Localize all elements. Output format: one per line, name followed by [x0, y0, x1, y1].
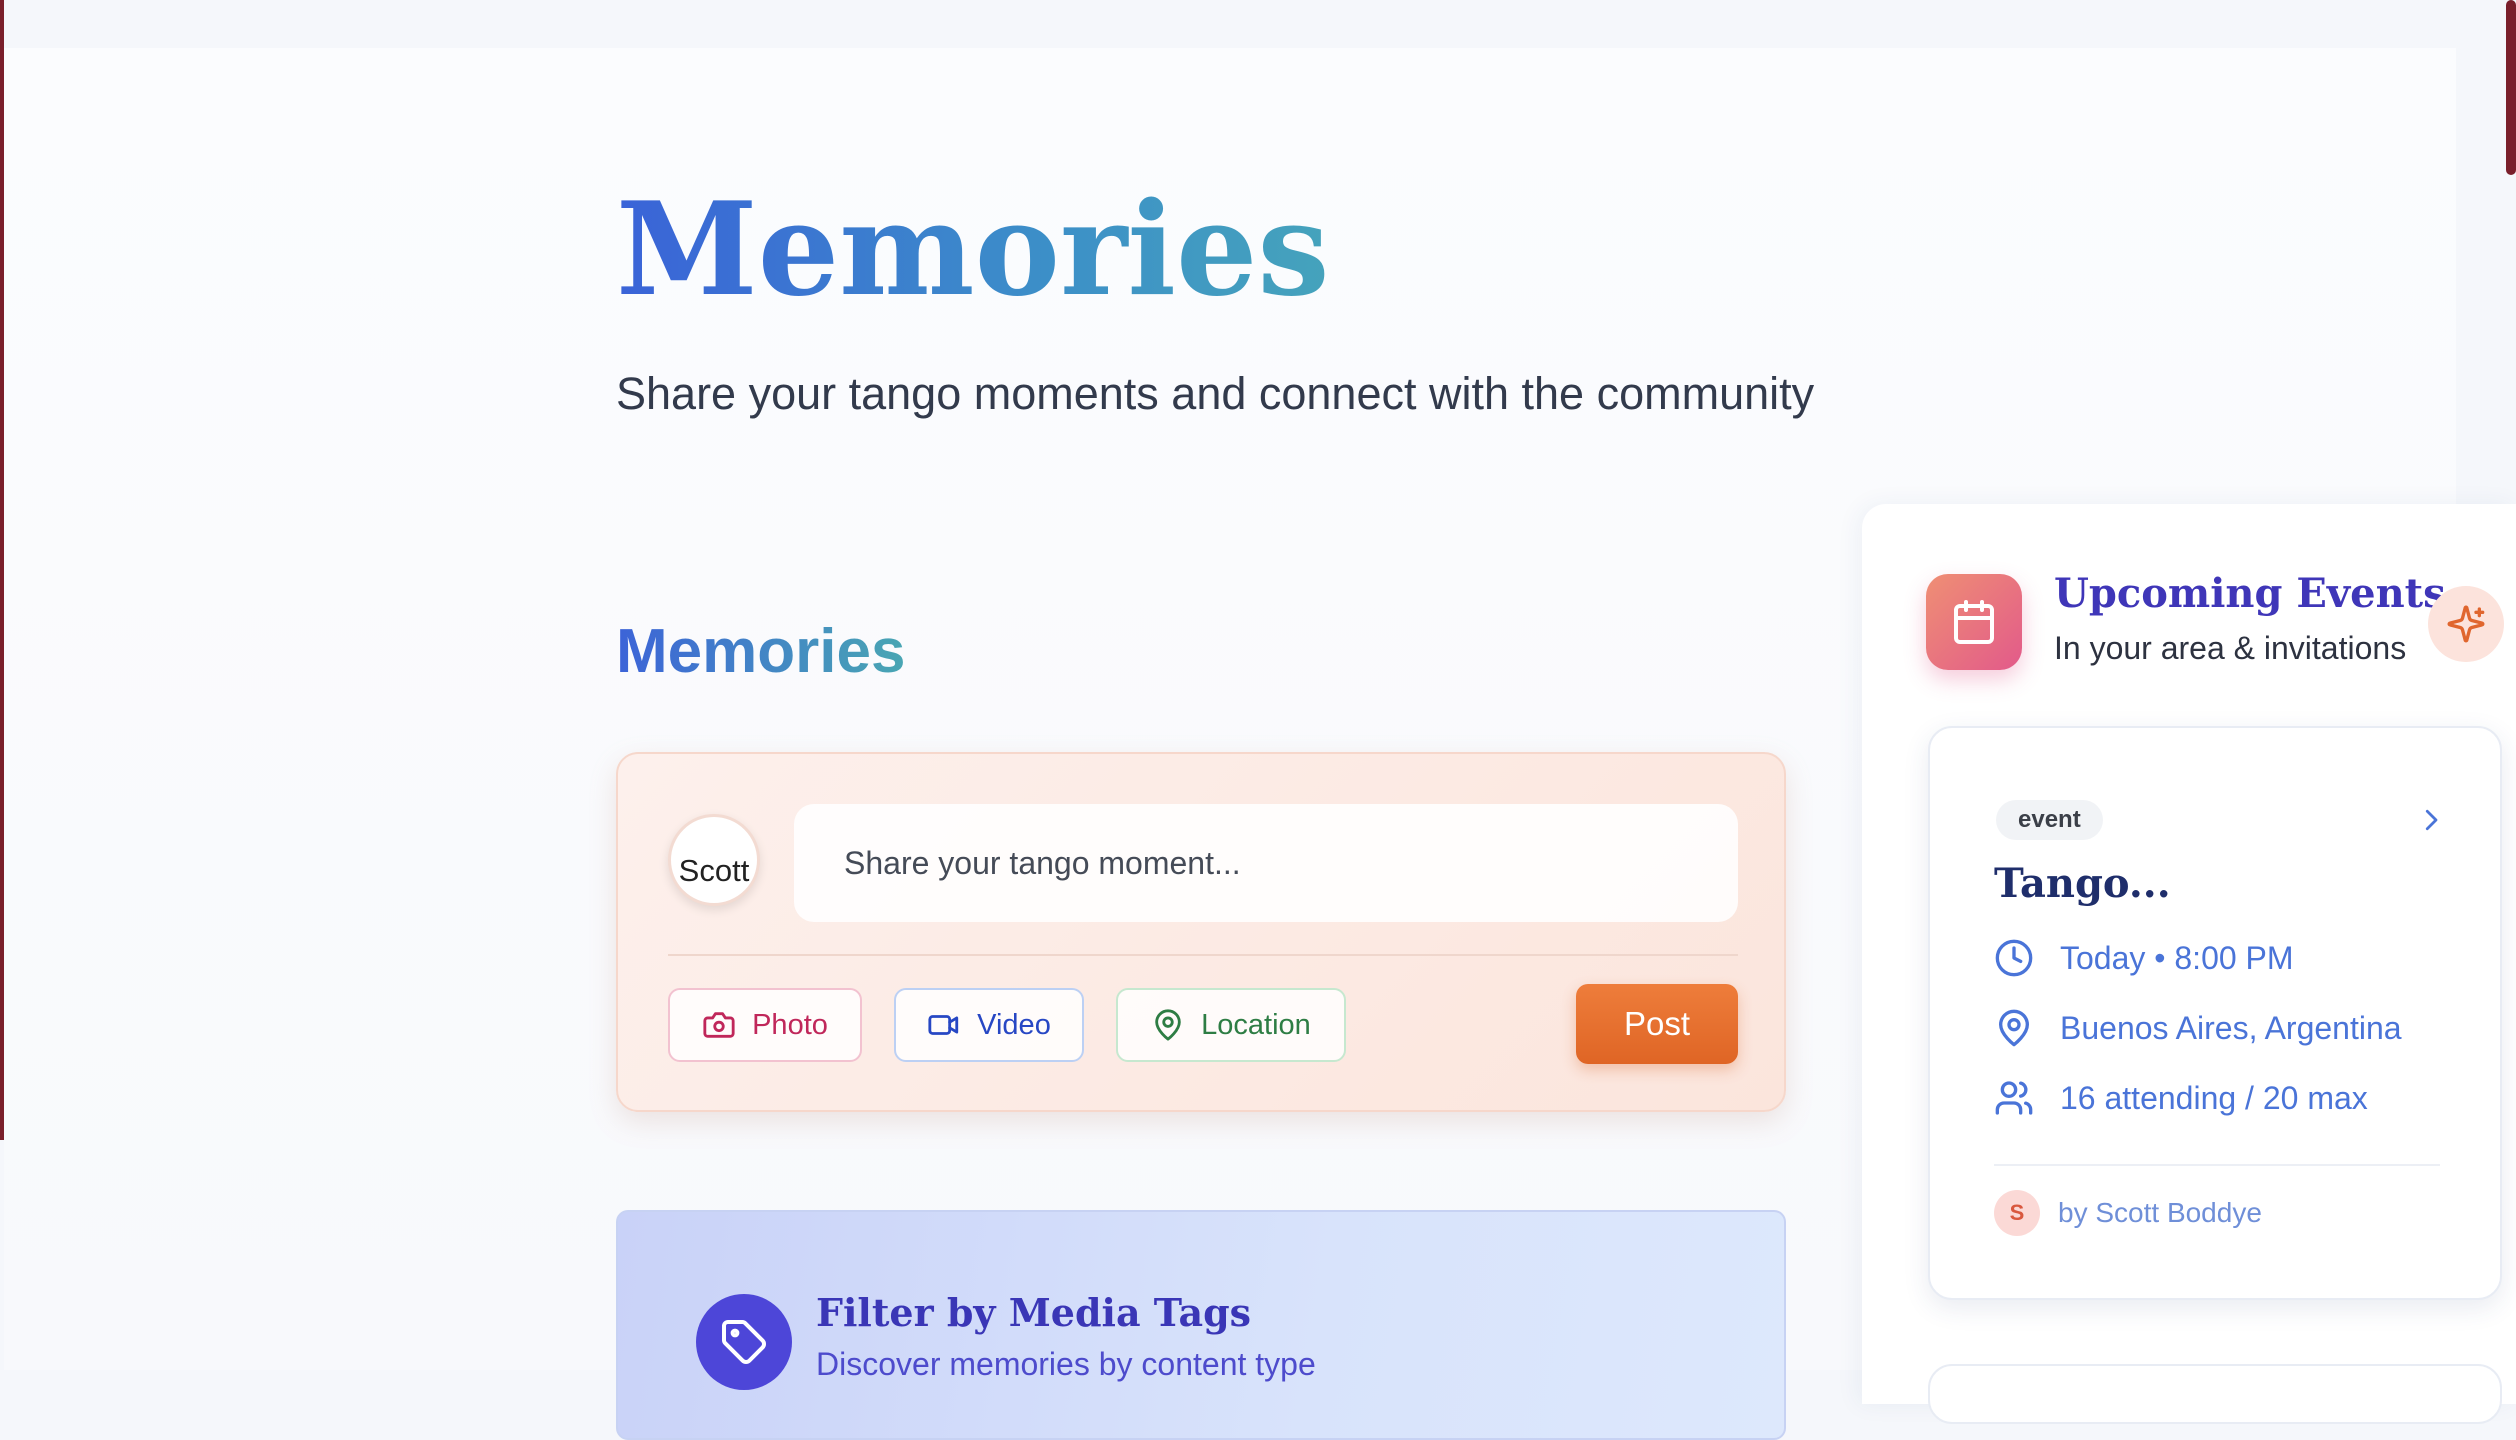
photo-button-label: Photo — [752, 1008, 828, 1041]
upcoming-events-sidebar: Upcoming Events In your area & invitatio… — [1862, 504, 2516, 1424]
page-subtitle: Share your tango moments and connect wit… — [616, 368, 1815, 419]
event-attendance: 16 attending / 20 max — [2060, 1079, 2368, 1116]
camera-icon — [703, 1012, 735, 1038]
video-button[interactable]: Video — [894, 988, 1084, 1062]
location-button[interactable]: Location — [1116, 988, 1346, 1062]
users-icon — [1995, 1081, 2033, 1115]
tag-icon — [696, 1294, 792, 1390]
post-button[interactable]: Post — [1576, 984, 1738, 1064]
event-card[interactable] — [1928, 1364, 2502, 1424]
divider — [1994, 1164, 2440, 1166]
event-time-row: Today • 8:00 PM — [1994, 938, 2294, 978]
chevron-right-icon[interactable] — [2416, 800, 2446, 840]
avatar-alt-text: Scott — [678, 853, 750, 888]
filter-subtitle: Discover memories by content type — [816, 1346, 1316, 1382]
sidebar-title: Upcoming Events — [2054, 570, 2446, 617]
post-composer: Scott Photo Video Location Post — [616, 752, 1786, 1112]
media-tag-filter: Filter by Media Tags Discover memories b… — [616, 1210, 1786, 1440]
map-pin-icon — [1999, 1009, 2029, 1047]
divider — [668, 954, 1738, 956]
scrollbar-thumb[interactable] — [2506, 0, 2516, 175]
host-name: by Scott Boddye — [2058, 1197, 2262, 1228]
event-location-row: Buenos Aires, Argentina — [1994, 1008, 2402, 1048]
event-host: S by Scott Boddye — [1994, 1190, 2262, 1236]
event-type-badge: event — [1996, 800, 2103, 840]
event-location: Buenos Aires, Argentina — [2060, 1009, 2402, 1046]
location-button-label: Location — [1201, 1008, 1311, 1041]
page-title: Memories — [616, 175, 1330, 325]
clock-icon — [1995, 939, 2033, 977]
feed-section-title: Memories — [616, 614, 905, 690]
map-pin-icon — [1155, 1009, 1181, 1041]
event-title: Tango... — [1994, 860, 2171, 907]
avatar: Scott — [668, 814, 760, 906]
video-icon — [928, 1015, 959, 1035]
filter-title: Filter by Media Tags — [816, 1290, 1252, 1335]
host-avatar: S — [1994, 1190, 2040, 1236]
video-button-label: Video — [977, 1008, 1051, 1041]
event-card[interactable]: event Tango... Today • 8:00 PM Buenos Ai… — [1928, 726, 2502, 1300]
photo-button[interactable]: Photo — [668, 988, 862, 1062]
event-time: Today • 8:00 PM — [2060, 939, 2294, 976]
sidebar-subtitle: In your area & invitations — [2054, 630, 2407, 666]
sparkle-icon[interactable] — [2428, 586, 2504, 662]
post-input[interactable] — [794, 804, 1738, 922]
calendar-icon — [1926, 574, 2022, 670]
event-attendance-row: 16 attending / 20 max — [1994, 1078, 2368, 1118]
